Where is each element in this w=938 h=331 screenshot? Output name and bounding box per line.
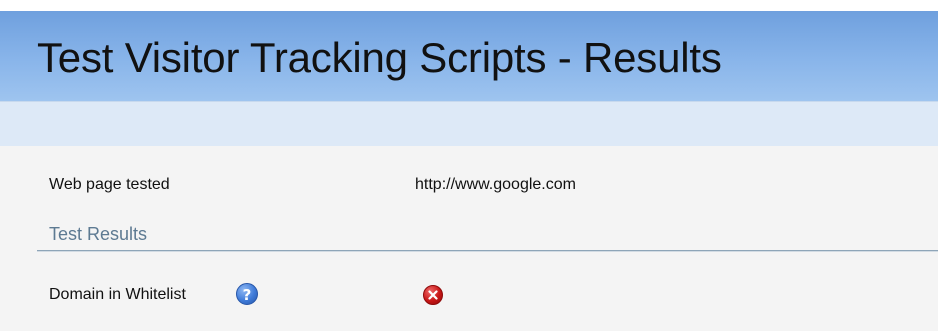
- sub-header-bar: [0, 101, 938, 146]
- web-page-value: http://www.google.com: [415, 176, 576, 193]
- result-row-domain-whitelist: Domain in Whitelist ?: [0, 282, 938, 308]
- web-page-label: Web page tested: [49, 176, 170, 193]
- domain-whitelist-label: Domain in Whitelist: [49, 286, 186, 303]
- error-x-icon: [423, 285, 443, 305]
- question-circle-icon[interactable]: ?: [236, 283, 258, 305]
- page-title: Test Visitor Tracking Scripts - Results: [37, 34, 722, 81]
- top-gap: [0, 0, 938, 11]
- results-content: Web page tested http://www.google.com Te…: [0, 146, 938, 331]
- test-results-section-header: Test Results: [0, 222, 938, 252]
- web-page-row: Web page tested http://www.google.com: [0, 174, 938, 198]
- test-results-title: Test Results: [49, 224, 148, 244]
- section-divider: [37, 250, 938, 252]
- page-header: Test Visitor Tracking Scripts - Results: [0, 11, 938, 101]
